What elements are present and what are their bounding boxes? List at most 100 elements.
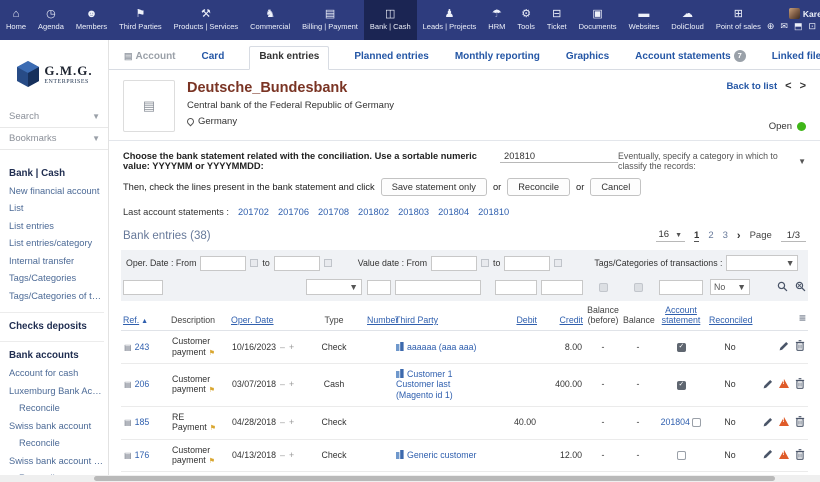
sidebar-item-swiss-bank-account-old[interactable]: Swiss bank account old (9, 455, 104, 468)
type-filter-select[interactable]: ▼ (306, 279, 362, 295)
edit-icon[interactable] (779, 341, 789, 351)
tab-monthly-reporting[interactable]: Monthly reporting (454, 47, 541, 69)
date-plus-shortcut[interactable]: + (289, 342, 294, 352)
column-header-label[interactable]: Number (367, 315, 398, 325)
entry-ref-link[interactable]: 206 (135, 379, 150, 389)
category-select[interactable]: ▼ (798, 157, 806, 166)
entry-ref-link[interactable]: 185 (135, 417, 150, 427)
sidebar-item-reconcile[interactable]: Reconcile (9, 402, 104, 415)
sidebar-item-tags-categories-of-transact-[interactable]: Tags/Categories of transact... (9, 290, 104, 303)
date-minus-shortcut[interactable]: – (280, 379, 285, 389)
sidebar-item-tags-categories[interactable]: Tags/Categories (9, 272, 104, 285)
edit-icon[interactable] (763, 449, 773, 459)
edit-icon[interactable] (763, 379, 773, 389)
calendar-icon[interactable] (481, 259, 489, 267)
delete-icon[interactable] (795, 449, 805, 460)
statement-link[interactable]: 201708 (318, 207, 349, 217)
third-party-filter-input[interactable] (395, 280, 481, 295)
entry-ref-link[interactable]: 176 (135, 450, 150, 460)
search-dropdown[interactable]: Search▼ (0, 106, 108, 128)
nav-item-home[interactable]: ⌂Home (0, 0, 32, 40)
column-selector-icon[interactable]: ≡ (799, 311, 806, 325)
nav-item-members[interactable]: ☻Members (70, 0, 113, 40)
oper-date-to-input[interactable] (274, 256, 320, 271)
statement-checkbox[interactable] (677, 381, 686, 390)
debit-filter-input[interactable] (495, 280, 537, 295)
nav-item-third-parties[interactable]: ⚑Third Parties (113, 0, 168, 40)
tab-linked-files[interactable]: Linked files3 (771, 46, 820, 69)
column-header-label[interactable]: Reconciled (709, 315, 753, 325)
nav-item-leads-projects[interactable]: ♟Leads | Projects (417, 0, 483, 40)
sidebar-item-swiss-bank-account[interactable]: Swiss bank account (9, 420, 104, 433)
tab-graphics[interactable]: Graphics (565, 47, 610, 69)
sidebar-item-new-financial-account[interactable]: New financial account (9, 185, 104, 198)
entry-ref-link[interactable]: 243 (135, 342, 150, 352)
page-number[interactable]: 2 (708, 230, 713, 242)
statement-link[interactable]: 201702 (238, 207, 269, 217)
chat-icon[interactable]: ✉ (780, 21, 788, 32)
calendar-icon[interactable] (554, 259, 562, 267)
statement-link[interactable]: 201802 (358, 207, 389, 217)
save-statement-button[interactable]: Save statement only (381, 178, 487, 196)
sidebar-item-reconcile[interactable]: Reconcile (9, 437, 104, 450)
third-party-link[interactable]: aaaaaa (aaa aaa) (407, 342, 476, 352)
nav-item-websites[interactable]: ▬Websites (623, 0, 666, 40)
scrollbar-thumb[interactable] (94, 476, 775, 481)
page-number[interactable]: 1 (694, 230, 699, 242)
statement-link[interactable]: 201804 (438, 207, 469, 217)
nav-item-commercial[interactable]: ♞Commercial (244, 0, 296, 40)
page-size-select[interactable]: 16▼ (656, 229, 686, 242)
next-page-arrow[interactable]: › (737, 230, 741, 242)
nav-item-ticket[interactable]: ⊟Ticket (541, 0, 573, 40)
date-minus-shortcut[interactable]: – (280, 450, 285, 460)
sidebar-item-account-for-cash[interactable]: Account for cash (9, 367, 104, 380)
value-date-to-input[interactable] (504, 256, 550, 271)
statement-link[interactable]: 201706 (278, 207, 309, 217)
date-plus-shortcut[interactable]: + (289, 379, 294, 389)
column-header-label[interactable]: Account statement (662, 305, 701, 325)
globe-icon[interactable]: ⊕ (767, 21, 775, 32)
third-party-link[interactable]: Generic customer (407, 450, 476, 460)
print-icon[interactable]: ⊡ (808, 21, 816, 32)
credit-filter-input[interactable] (541, 280, 583, 295)
statement-link[interactable]: 201810 (478, 207, 509, 217)
nav-item-tools[interactable]: ⚙Tools (511, 0, 541, 40)
sidebar-item-list[interactable]: List (9, 202, 104, 215)
reconciled-filter-select[interactable]: No▼ (710, 279, 750, 295)
nav-item-hrm[interactable]: ☂HRM (482, 0, 511, 40)
tab-account-statements[interactable]: Account statements7 (634, 46, 747, 69)
sidebar-item-list-entries-category[interactable]: List entries/category (9, 237, 104, 250)
warning-icon[interactable] (779, 417, 789, 426)
nav-item-point-of-sales[interactable]: ⊞Point of sales (710, 0, 767, 40)
column-header-label[interactable]: Ref. (123, 315, 139, 325)
statement-checkbox[interactable] (677, 343, 686, 352)
nav-item-agenda[interactable]: ◷Agenda (32, 0, 70, 40)
oper-date-from-input[interactable] (200, 256, 246, 271)
number-filter-input[interactable] (367, 280, 391, 295)
reconcile-button[interactable]: Reconcile (507, 178, 570, 196)
statement-filter-input[interactable] (659, 280, 703, 295)
column-header-label[interactable]: Debit (516, 315, 537, 325)
delete-icon[interactable] (795, 340, 805, 351)
edit-icon[interactable] (763, 417, 773, 427)
tab-bank-entries[interactable]: Bank entries (249, 46, 329, 70)
bookmarks-dropdown[interactable]: Bookmarks▼ (0, 128, 108, 150)
clear-filters-icon[interactable] (795, 281, 806, 292)
bag-icon[interactable]: ⬒ (794, 21, 803, 32)
calendar-icon[interactable] (324, 259, 332, 267)
column-header-label[interactable]: Third Party (395, 315, 438, 325)
warning-icon[interactable] (779, 379, 789, 388)
tags-filter-select[interactable]: ▼ (726, 255, 798, 271)
user-menu[interactable]: Karen (789, 8, 820, 19)
warning-icon[interactable] (779, 450, 789, 459)
sidebar-item-list-entries[interactable]: List entries (9, 220, 104, 233)
tab-planned-entries[interactable]: Planned entries (353, 47, 429, 69)
date-minus-shortcut[interactable]: – (280, 417, 285, 427)
column-header-label[interactable]: Credit (560, 315, 583, 325)
nav-item-documents[interactable]: ▣Documents (573, 0, 623, 40)
statement-number-input[interactable] (500, 150, 618, 163)
nav-item-bank-cash[interactable]: ◫Bank | Cash (364, 0, 417, 40)
next-record-arrow[interactable]: > (800, 80, 806, 92)
statement-checkbox[interactable] (692, 418, 701, 427)
statement-checkbox[interactable] (677, 451, 686, 460)
